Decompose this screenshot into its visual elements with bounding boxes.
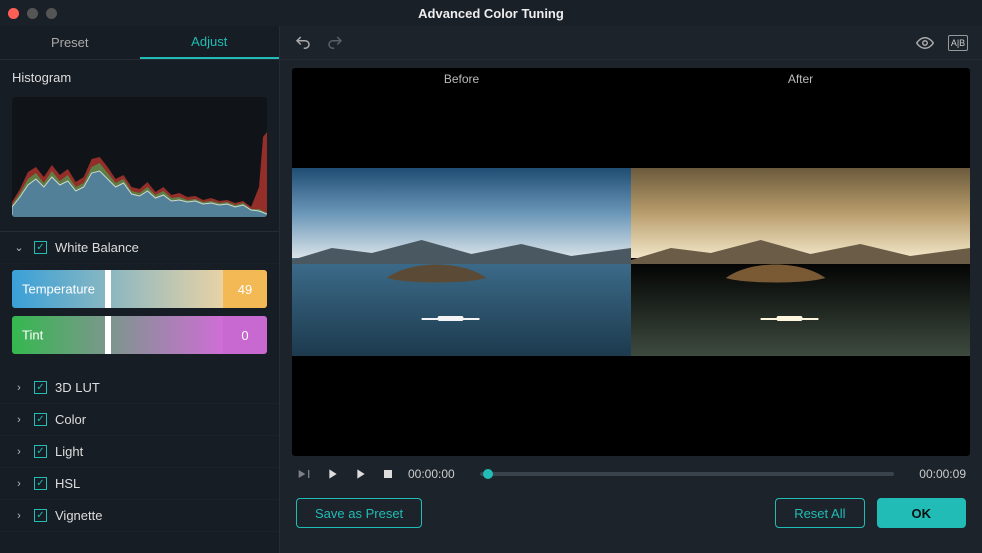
after-label: After [631,72,970,86]
section-label: Vignette [55,508,102,523]
bottom-bar: Save as Preset Reset All OK [280,482,982,542]
chevron-right-icon: › [12,446,26,458]
section-label: Color [55,412,86,427]
tint-slider[interactable]: Tint 0 [12,316,267,354]
chevron-right-icon: › [12,382,26,394]
time-total: 00:00:09 [906,467,966,481]
chevron-down-icon: ⌄ [12,241,26,254]
panel-tabs: Preset Adjust [0,26,279,60]
histogram [12,97,267,217]
stop-button[interactable] [380,466,396,482]
before-label: Before [292,72,631,86]
checkbox-3d-lut[interactable]: ✓ [34,381,47,394]
chevron-right-icon: › [12,510,26,522]
undo-icon[interactable] [294,34,312,52]
checkbox-color[interactable]: ✓ [34,413,47,426]
tint-label: Tint [22,328,43,343]
ok-button[interactable]: OK [877,498,967,528]
compare-ab-button[interactable]: A|B [948,35,968,51]
titlebar: Advanced Color Tuning [0,0,982,26]
section-hsl[interactable]: › ✓ HSL [0,468,279,500]
temperature-slider[interactable]: Temperature 49 [12,270,267,308]
play-button[interactable] [324,466,340,482]
section-color[interactable]: › ✓ Color [0,404,279,436]
section-3d-lut[interactable]: › ✓ 3D LUT [0,372,279,404]
reset-all-button[interactable]: Reset All [775,498,864,528]
playback-bar: 00:00:00 00:00:09 [280,456,982,482]
temperature-value: 49 [223,270,267,308]
checkbox-light[interactable]: ✓ [34,445,47,458]
timeline-cursor[interactable] [483,469,493,479]
chevron-right-icon: › [12,478,26,490]
section-vignette[interactable]: › ✓ Vignette [0,500,279,532]
preview-area: Before After [292,68,970,456]
window-controls [8,8,57,19]
preview-before [292,168,631,356]
tab-adjust[interactable]: Adjust [140,26,280,59]
section-label: 3D LUT [55,380,100,395]
window-title: Advanced Color Tuning [0,6,982,21]
close-window-button[interactable] [8,8,19,19]
zoom-window-button[interactable] [46,8,57,19]
time-current: 00:00:00 [408,467,468,481]
chevron-right-icon: › [12,414,26,426]
section-white-balance[interactable]: ⌄ ✓ White Balance [0,232,279,264]
section-light[interactable]: › ✓ Light [0,436,279,468]
preview-visibility-icon[interactable] [916,34,934,52]
temperature-handle[interactable] [105,270,111,308]
redo-icon[interactable] [326,34,344,52]
preview-labels: Before After [292,72,970,86]
checkbox-vignette[interactable]: ✓ [34,509,47,522]
section-label: Light [55,444,83,459]
preview-toolbar: A|B [280,26,982,60]
prev-frame-button[interactable] [296,466,312,482]
save-as-preset-button[interactable]: Save as Preset [296,498,422,528]
timeline[interactable] [480,472,894,476]
histogram-label: Histogram [0,60,279,91]
minimize-window-button[interactable] [27,8,38,19]
temperature-label: Temperature [22,282,95,297]
tint-handle[interactable] [105,316,111,354]
section-label: White Balance [55,240,139,255]
preview-after [631,168,970,356]
preview-panel: A|B Before After [280,26,982,553]
next-frame-button[interactable] [352,466,368,482]
tint-value: 0 [223,316,267,354]
checkbox-hsl[interactable]: ✓ [34,477,47,490]
section-label: HSL [55,476,80,491]
checkbox-white-balance[interactable]: ✓ [34,241,47,254]
tab-preset[interactable]: Preset [0,26,140,59]
adjust-panel: Preset Adjust Histogram ⌄ ✓ White Balanc… [0,26,280,553]
